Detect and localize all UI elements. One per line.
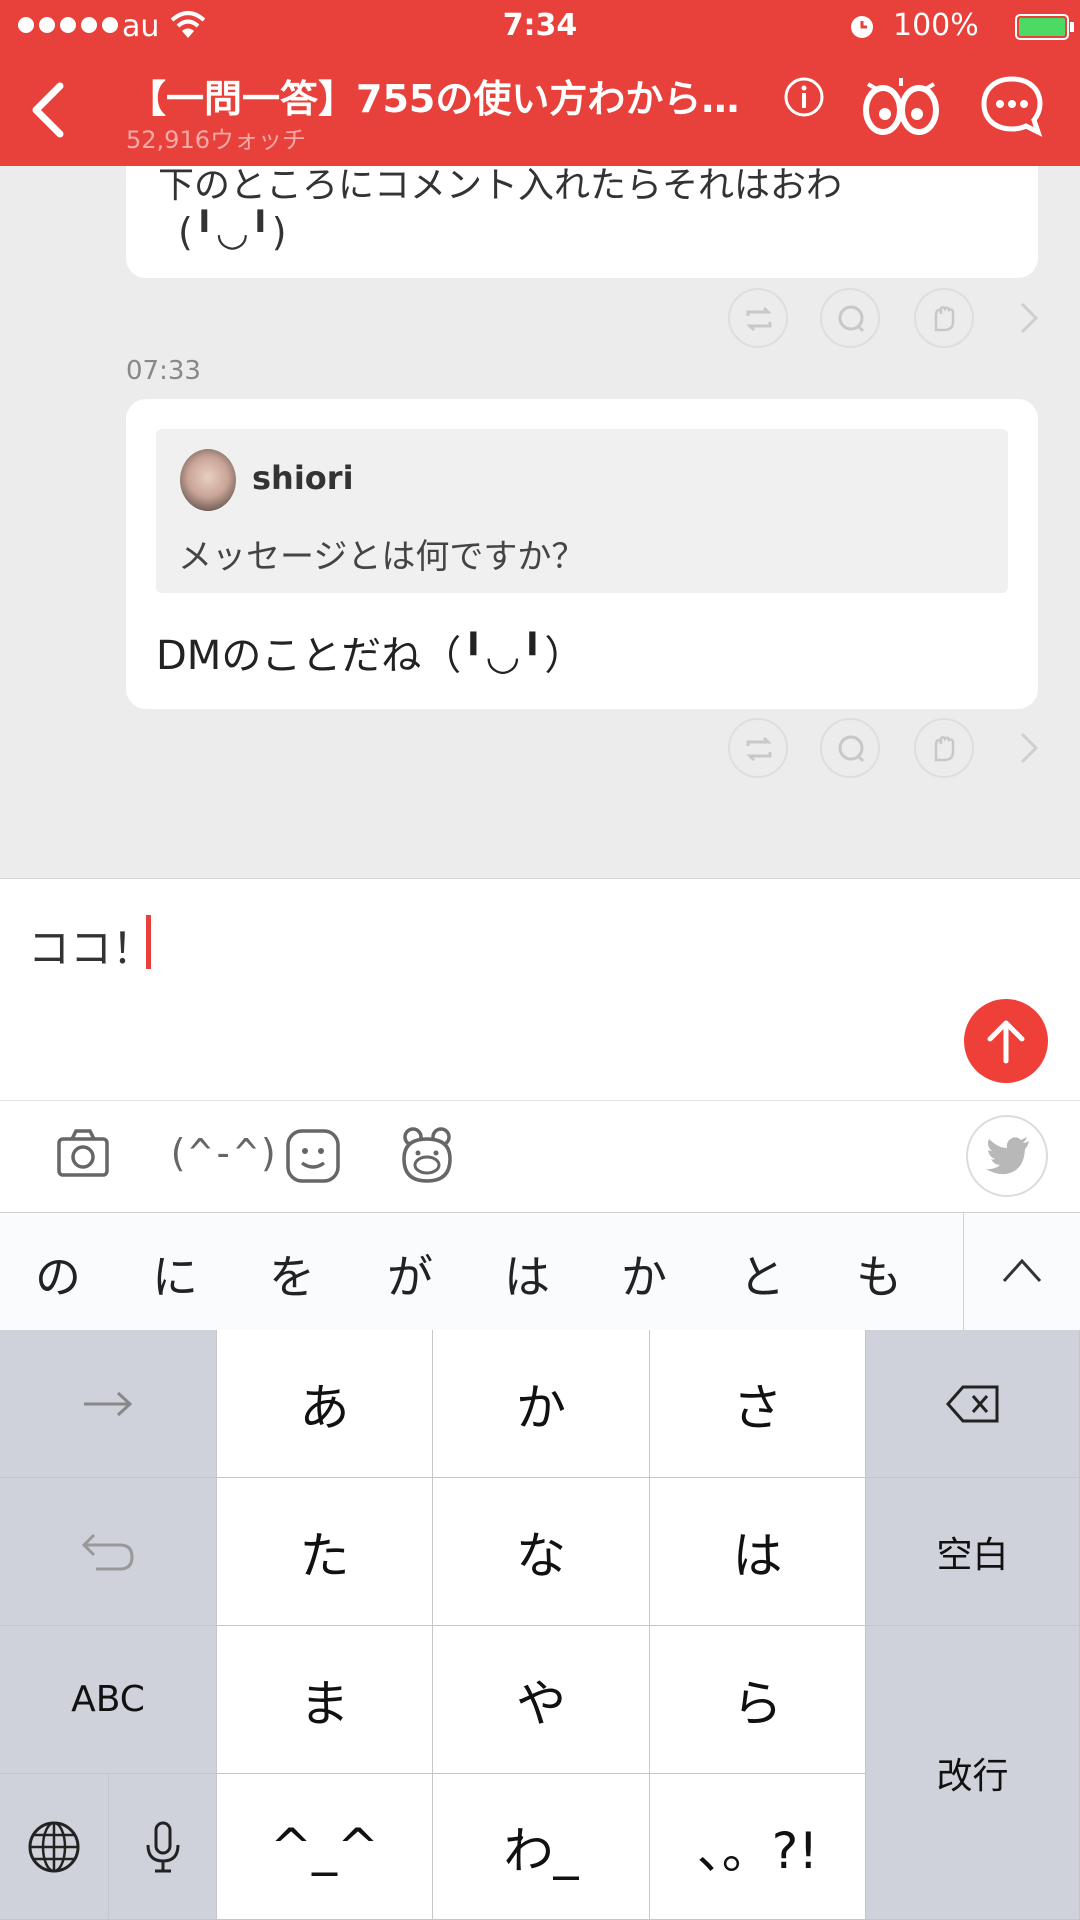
message-input-area[interactable]: ココ！ bbox=[0, 878, 1080, 1100]
key-emoticon[interactable]: ^_^ bbox=[217, 1774, 433, 1920]
backspace-icon bbox=[945, 1385, 998, 1422]
status-bar: au 7:34 100% bbox=[0, 0, 1080, 54]
message-actions bbox=[0, 288, 1080, 354]
catch-button[interactable] bbox=[914, 718, 974, 778]
message-input[interactable]: ココ！ bbox=[28, 915, 154, 976]
japanese-keyboard: あ か さ た な は 空白 ABC ま や ら 改行 ^_^ わ_ 、。?! bbox=[0, 1330, 1080, 1920]
prediction-item[interactable]: と bbox=[712, 1241, 812, 1307]
delete-key[interactable] bbox=[866, 1330, 1080, 1478]
microphone-icon bbox=[146, 1821, 179, 1872]
glove-icon bbox=[934, 735, 955, 762]
nav-bar: 【一問一答】755の使い方わから… 52,916ウォッチ bbox=[0, 54, 1080, 166]
message-text: (╹◡╹) bbox=[178, 210, 287, 254]
undo-icon bbox=[81, 1533, 134, 1570]
quoted-message[interactable]: shiori メッセージとは何ですか？ bbox=[156, 429, 1008, 593]
kaomoji-icon[interactable]: (^-^) bbox=[166, 1131, 280, 1175]
undo-key[interactable] bbox=[0, 1478, 217, 1626]
prediction-item[interactable]: に bbox=[125, 1241, 225, 1307]
prediction-item[interactable]: を bbox=[242, 1241, 342, 1307]
globe-icon bbox=[28, 1821, 80, 1872]
comment-bubble-icon[interactable] bbox=[980, 74, 1044, 138]
twitter-icon bbox=[986, 1137, 1029, 1175]
chevron-right-icon[interactable] bbox=[1018, 298, 1042, 338]
key-a[interactable]: あ bbox=[217, 1330, 433, 1478]
key-sa[interactable]: さ bbox=[650, 1330, 866, 1478]
reply-bubble-icon bbox=[838, 735, 865, 763]
key-ra[interactable]: ら bbox=[650, 1626, 866, 1774]
twitter-share-button[interactable] bbox=[966, 1115, 1048, 1197]
prediction-item[interactable]: が bbox=[360, 1241, 460, 1307]
message-timestamp: 07:33 bbox=[126, 356, 201, 386]
key-ya[interactable]: や bbox=[433, 1626, 650, 1774]
prediction-item[interactable]: は bbox=[477, 1241, 577, 1307]
quoted-username[interactable]: shiori bbox=[252, 459, 354, 497]
reply-button[interactable] bbox=[820, 718, 880, 778]
abc-key[interactable]: ABC bbox=[0, 1626, 217, 1774]
message-bubble: shiori メッセージとは何ですか？ DMのことだね（╹◡╹） bbox=[126, 399, 1038, 709]
message-bubble: 下のところにコメント入れたらそれはおわ (╹◡╹) bbox=[126, 166, 1038, 278]
text-caret bbox=[146, 915, 151, 969]
expand-predictions-button[interactable] bbox=[963, 1213, 1080, 1331]
watch-eyes-icon[interactable] bbox=[862, 74, 940, 138]
key-ta[interactable]: た bbox=[217, 1478, 433, 1626]
chat-area[interactable]: 下のところにコメント入れたらそれはおわ (╹◡╹) 07:33 shiori メ… bbox=[0, 166, 1080, 878]
alarm-icon bbox=[851, 16, 873, 38]
reply-bubble-icon bbox=[838, 305, 865, 333]
globe-key[interactable] bbox=[0, 1774, 109, 1920]
space-key[interactable]: 空白 bbox=[866, 1478, 1080, 1626]
back-icon[interactable] bbox=[28, 80, 68, 140]
key-ka[interactable]: か bbox=[433, 1330, 650, 1478]
camera-icon[interactable] bbox=[56, 1125, 110, 1185]
message-text: 下のところにコメント入れたらそれはおわ bbox=[158, 166, 843, 206]
attachment-toolbar: (^-^) bbox=[0, 1100, 1080, 1212]
sticker-bear-icon[interactable] bbox=[398, 1125, 456, 1185]
key-na[interactable]: な bbox=[433, 1478, 650, 1626]
header: au 7:34 100% 【一問一答】755の使い方わから… 52,916ウォッ… bbox=[0, 0, 1080, 166]
message-text: DMのことだね（╹◡╹） bbox=[156, 633, 585, 679]
cursor-right-key[interactable] bbox=[0, 1330, 217, 1478]
prediction-item[interactable]: の bbox=[8, 1241, 108, 1307]
key-ha[interactable]: は bbox=[650, 1478, 866, 1626]
reply-button[interactable] bbox=[820, 288, 880, 348]
repost-button[interactable] bbox=[728, 718, 788, 778]
catch-button[interactable] bbox=[914, 288, 974, 348]
key-ma[interactable]: ま bbox=[217, 1626, 433, 1774]
arrow-right-icon bbox=[84, 1391, 133, 1416]
chevron-right-icon[interactable] bbox=[1018, 728, 1042, 768]
battery-percent: 100% bbox=[893, 8, 979, 43]
repost-button[interactable] bbox=[728, 288, 788, 348]
repost-icon bbox=[746, 306, 772, 332]
prediction-bar: の に を が は か と も bbox=[0, 1212, 1080, 1331]
quoted-text: メッセージとは何ですか？ bbox=[178, 537, 586, 577]
key-wa[interactable]: わ_ bbox=[433, 1774, 650, 1920]
key-punctuation[interactable]: 、。?! bbox=[650, 1774, 866, 1920]
watch-count: 52,916ウォッチ bbox=[126, 126, 306, 154]
info-icon[interactable] bbox=[783, 76, 825, 118]
arrow-up-icon bbox=[987, 1020, 1025, 1064]
prediction-item[interactable]: も bbox=[829, 1241, 929, 1307]
glove-icon bbox=[934, 305, 955, 332]
return-key[interactable]: 改行 bbox=[866, 1626, 1080, 1920]
repost-icon bbox=[746, 736, 772, 762]
page-title: 【一問一答】755の使い方わから… bbox=[128, 77, 740, 121]
prediction-item[interactable]: か bbox=[594, 1241, 694, 1307]
avatar[interactable] bbox=[180, 449, 236, 511]
dictation-key[interactable] bbox=[109, 1774, 217, 1920]
message-actions bbox=[0, 718, 1080, 784]
send-button[interactable] bbox=[964, 999, 1048, 1083]
emoji-icon[interactable] bbox=[286, 1125, 340, 1185]
chevron-up-icon bbox=[1002, 1258, 1042, 1283]
battery-icon bbox=[1015, 14, 1074, 40]
